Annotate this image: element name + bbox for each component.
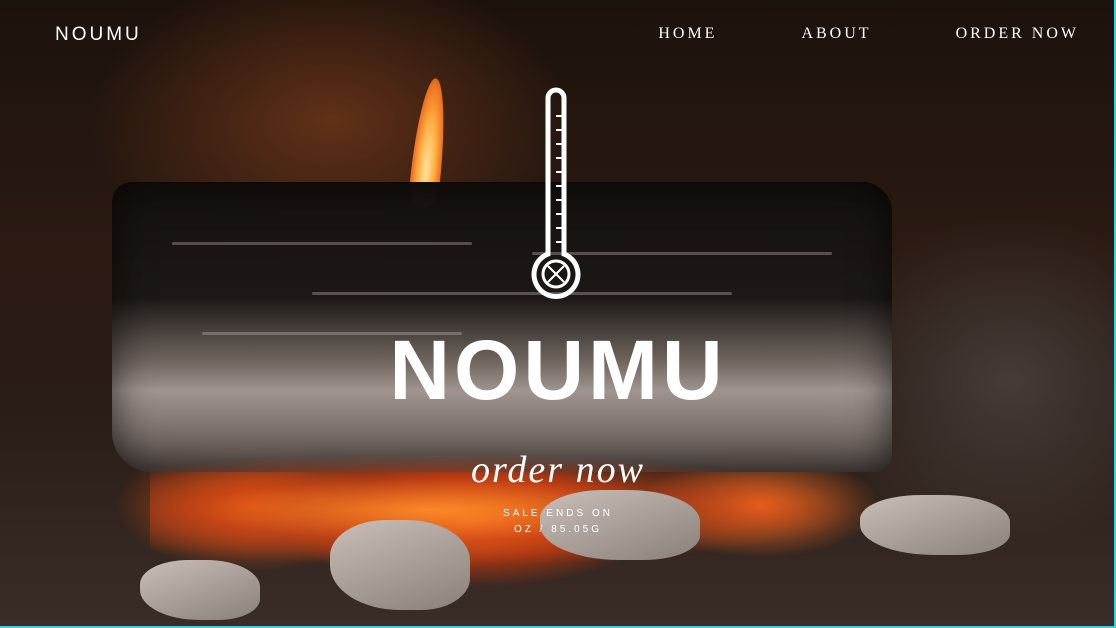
order-now-link[interactable]: order now (0, 448, 1116, 492)
nav-order-now[interactable]: ORDER NOW (956, 25, 1079, 43)
sale-line: SALE ENDS ON (503, 508, 613, 519)
nav-about[interactable]: ABOUT (801, 25, 871, 43)
brand-logo[interactable]: NOUMU (55, 24, 142, 46)
sale-line: OZ / 85.05G (513, 524, 603, 535)
ash-rock (140, 560, 260, 620)
main-nav: HOME ABOUT ORDER NOW (658, 25, 1079, 43)
nav-home[interactable]: HOME (658, 25, 717, 43)
thermometer-icon (531, 87, 581, 299)
sale-info: SALE ENDS ON OZ / 85.05G (0, 506, 1116, 538)
hero-title: NOUMU (389, 323, 727, 417)
